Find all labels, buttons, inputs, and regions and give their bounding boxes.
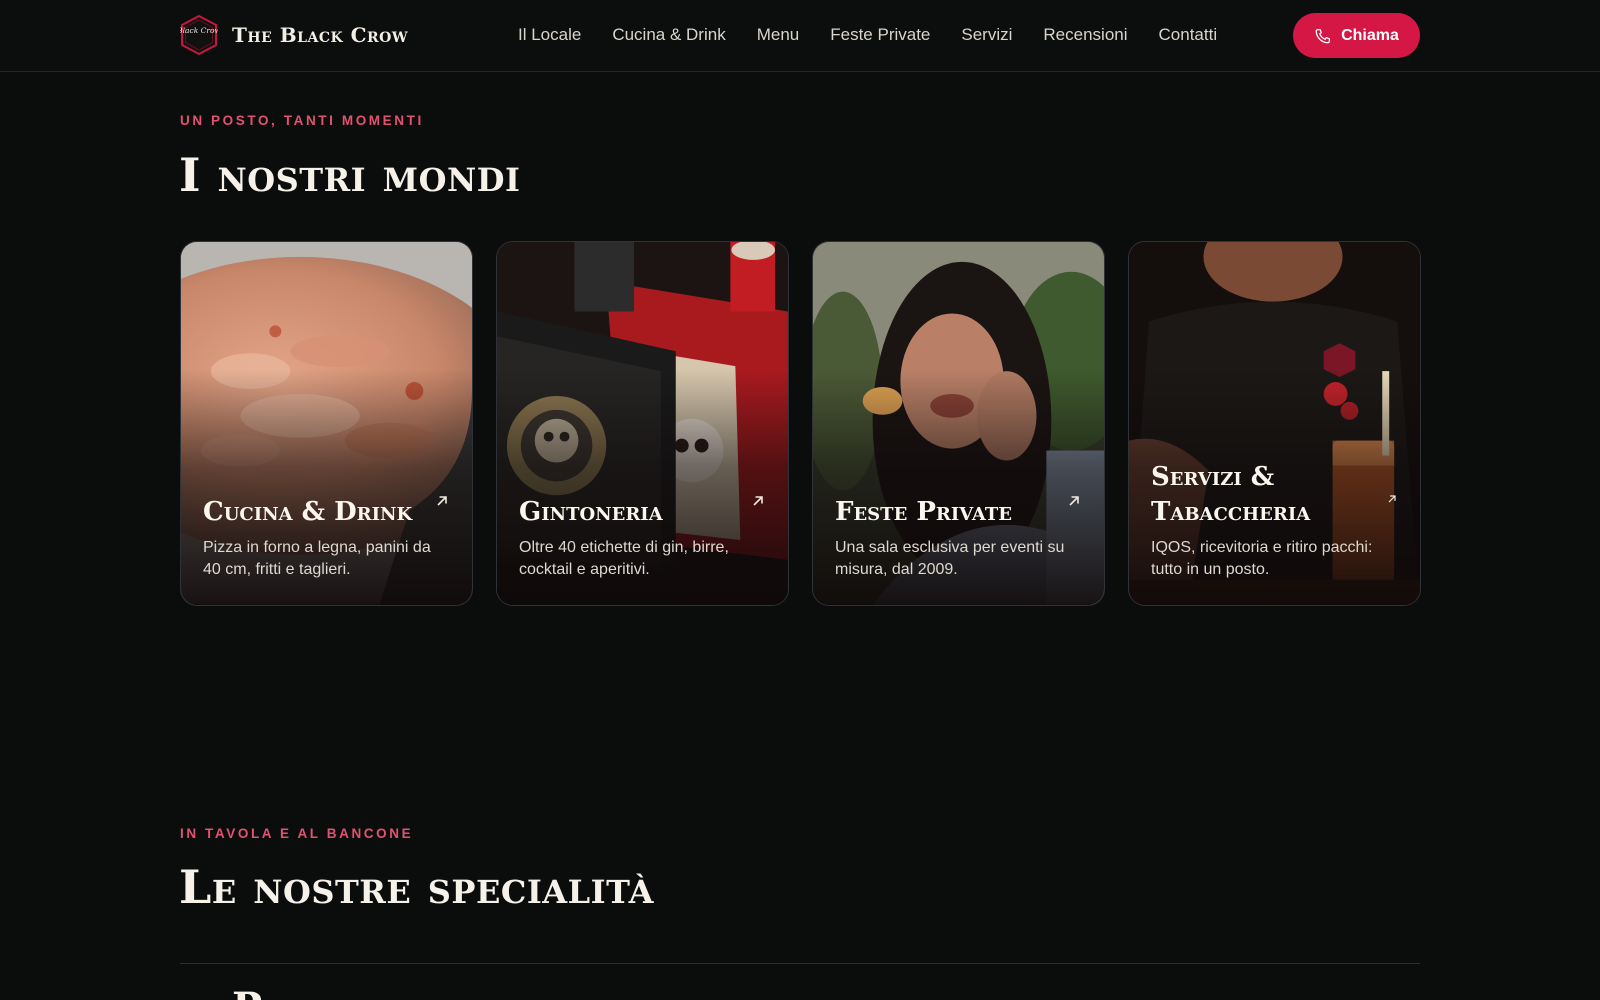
card-servizi-tabaccheria[interactable]: Servizi & Tabaccheria IQOS, ricevitoria … (1128, 241, 1421, 606)
card-description: Una sala esclusiva per eventi su misura,… (835, 539, 1065, 578)
card-feste-private[interactable]: Feste Private Una sala esclusiva per eve… (812, 241, 1105, 606)
card-description: Oltre 40 etichette di gin, birre, cockta… (519, 539, 729, 578)
card-description: Pizza in forno a legna, panini da 40 cm,… (203, 539, 431, 578)
section-divider (180, 963, 1420, 964)
card-description: IQOS, ricevitoria e ritiro pacchi: tutto… (1151, 539, 1373, 578)
call-button-label: Chiama (1341, 26, 1399, 44)
arrow-up-right-icon (753, 496, 763, 506)
worlds-title: I nostri mondi (179, 148, 521, 202)
brand-name: The Black Crow (232, 23, 409, 47)
card-title: Gintoneria (519, 497, 663, 527)
logo-text: Black Crow (180, 26, 218, 35)
card-title: Cucina & Drink (203, 497, 413, 527)
nav-item-servizi[interactable]: Servizi (961, 25, 1012, 45)
crow-logo-icon: Black Crow (180, 15, 218, 55)
arrow-up-right-icon (1388, 495, 1396, 503)
nav-item-recensioni[interactable]: Recensioni (1043, 25, 1127, 45)
worlds-eyebrow: Un posto, tanti momenti (180, 113, 424, 128)
card-title: Feste Private (835, 497, 1012, 527)
arrow-up-right-icon (437, 496, 447, 506)
card-gintoneria[interactable]: Gintoneria Oltre 40 etichette di gin, bi… (496, 241, 789, 606)
nav-item-feste-private[interactable]: Feste Private (830, 25, 930, 45)
brand-home-link[interactable]: Black Crow The Black Crow (180, 15, 408, 55)
specialties-eyebrow: In tavola e al bancone (180, 826, 414, 841)
main-nav: Il Locale Cucina & Drink Menu Feste Priv… (518, 0, 1217, 70)
nav-item-contatti[interactable]: Contatti (1159, 25, 1218, 45)
card-cucina-drink[interactable]: Cucina & Drink Pizza in forno a legna, p… (180, 241, 473, 606)
specialties-title: Le nostre specialità (179, 860, 654, 914)
worlds-cards: Cucina & Drink Pizza in forno a legna, p… (180, 241, 1421, 606)
nav-item-il-locale[interactable]: Il Locale (518, 25, 581, 45)
arrow-up-right-icon (1069, 496, 1079, 506)
phone-icon (1315, 28, 1331, 43)
site-header: Black Crow The Black Crow Il Locale Cuci… (0, 0, 1600, 72)
call-button[interactable]: Chiama (1293, 13, 1420, 58)
nav-item-cucina-drink[interactable]: Cucina & Drink (612, 25, 725, 45)
specialty-item-title: Pizza in forno a legna (232, 984, 684, 1000)
nav-item-menu[interactable]: Menu (757, 25, 800, 45)
card-title: Servizi & Tabaccheria (1151, 462, 1311, 527)
